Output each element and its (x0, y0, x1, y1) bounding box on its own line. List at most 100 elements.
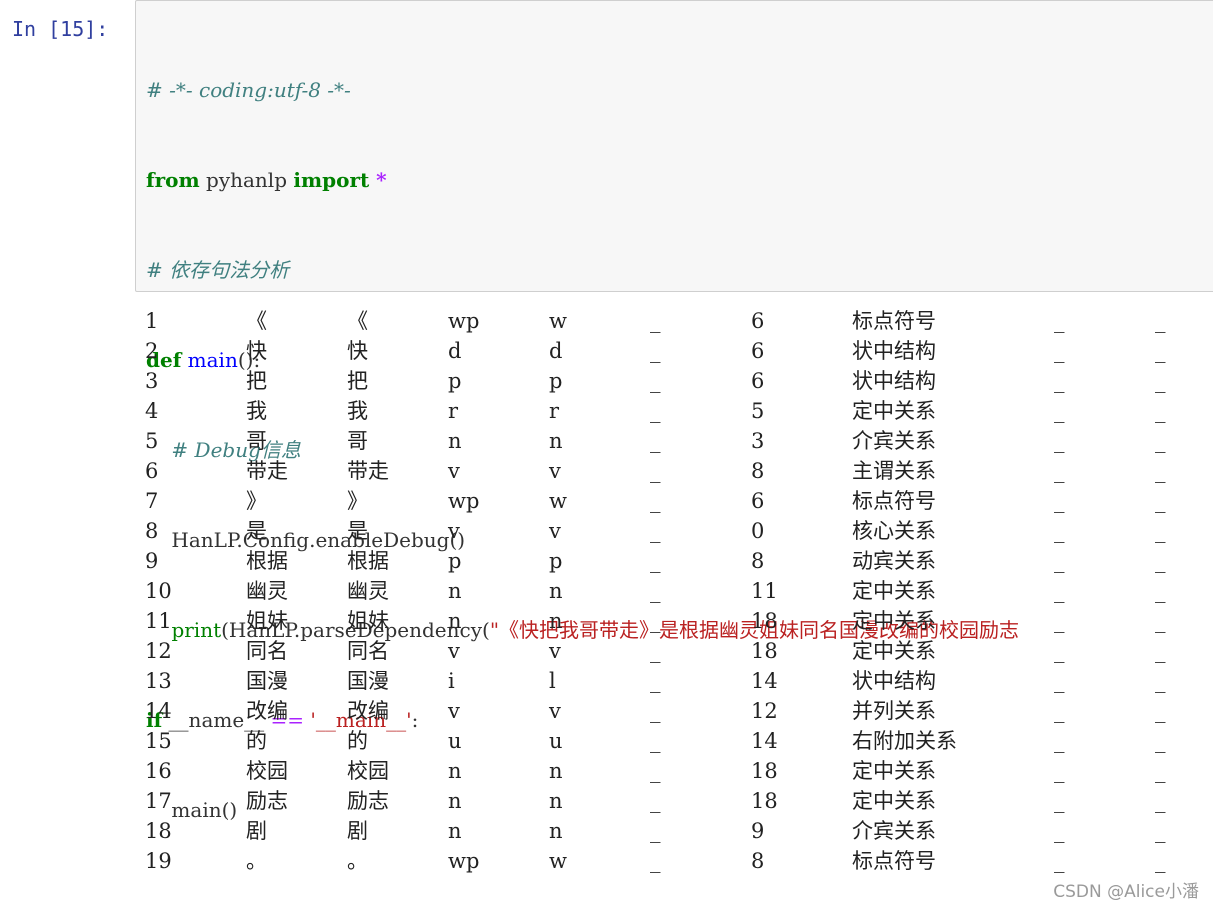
output-cell: w (549, 849, 567, 873)
output-cell: wp (448, 309, 480, 333)
output-cell: 状中结构 (852, 369, 936, 393)
output-cell: 8 (751, 549, 765, 573)
output-cell: _ (1155, 849, 1166, 873)
output-cell: _ (1155, 519, 1166, 543)
output-cell: _ (650, 789, 661, 813)
output-cell: 励志 (246, 789, 288, 813)
output-cell: 19 (145, 849, 172, 873)
output-cell: l (549, 669, 556, 693)
output-cell: 幽灵 (246, 579, 288, 603)
output-cell: 改编 (347, 699, 389, 723)
output-cell: n (448, 789, 462, 813)
output-cell: 姐妹 (246, 609, 288, 633)
output-cell: 幽灵 (347, 579, 389, 603)
output-cell: _ (650, 669, 661, 693)
output-cell: 定中关系 (852, 639, 936, 663)
output-cell: 改编 (246, 699, 288, 723)
output-cell: wp (448, 489, 480, 513)
from-keyword: from (146, 168, 200, 192)
output-cell: 国漫 (347, 669, 389, 693)
output-cell: 定中关系 (852, 759, 936, 783)
output-cell: _ (1054, 339, 1065, 363)
output-cell: r (549, 399, 560, 423)
output-cell: 12 (751, 699, 778, 723)
output-cell: v (448, 639, 460, 663)
output-cell: 1 (145, 309, 159, 333)
output-cell: 状中结构 (852, 669, 936, 693)
cell-prompt: In [15]: (12, 17, 109, 41)
if-colon: : (411, 708, 419, 732)
output-cell: _ (650, 489, 661, 513)
output-cell: n (549, 819, 563, 843)
import-keyword: import (293, 168, 370, 192)
watermark: CSDN @Alice小潘 (1053, 882, 1199, 902)
code-cell-input[interactable]: # -*- coding:utf-8 -*- from pyhanlp impo… (135, 0, 1213, 822)
output-cell: v (549, 699, 561, 723)
output-cell: _ (650, 429, 661, 453)
output-cell: _ (1054, 489, 1065, 513)
output-cell: 介宾关系 (852, 819, 936, 843)
output-cell: p (448, 369, 462, 393)
output-cell: 定中关系 (852, 609, 936, 633)
output-cell: 8 (751, 459, 765, 483)
output-cell: _ (1054, 459, 1065, 483)
output-cell: 《 (347, 309, 368, 333)
output-cell: 18 (145, 819, 172, 843)
output-cell: _ (1155, 609, 1166, 633)
output-cell: _ (650, 699, 661, 723)
output-cell: 6 (145, 459, 159, 483)
code-line-1: # -*- coding:utf-8 -*- (146, 75, 1019, 105)
output-cell: 状中结构 (852, 339, 936, 363)
output-cell: _ (1054, 399, 1065, 423)
output-cell: 16 (145, 759, 172, 783)
output-cell: 13 (145, 669, 172, 693)
code-line-3: # 依存句法分析 (146, 255, 1019, 285)
output-cell: 14 (145, 699, 172, 723)
output-cell: 姐妹 (347, 609, 389, 633)
output-cell: _ (650, 339, 661, 363)
output-cell: n (549, 759, 563, 783)
output-cell: 《 (246, 309, 267, 333)
output-cell: _ (650, 609, 661, 633)
output-cell: _ (1155, 429, 1166, 453)
output-cell: 9 (751, 819, 765, 843)
output-cell: 14 (751, 669, 778, 693)
output-cell: 5 (751, 399, 765, 423)
output-cell: 介宾关系 (852, 429, 936, 453)
output-cell: 定中关系 (852, 579, 936, 603)
output-cell: 国漫 (246, 669, 288, 693)
output-cell: 哥 (347, 429, 368, 453)
output-cell: n (448, 609, 462, 633)
output-cell: _ (1054, 669, 1065, 693)
output-cell: 7 (145, 489, 159, 513)
output-cell: 标点符号 (852, 489, 936, 513)
output-cell: 核心关系 (852, 519, 936, 543)
module-name: pyhanlp (199, 168, 294, 192)
output-cell: _ (650, 519, 661, 543)
output-cell: 哥 (246, 429, 267, 453)
output-cell: _ (1054, 849, 1065, 873)
output-cell: v (549, 519, 561, 543)
output-cell: n (448, 579, 462, 603)
output-cell: _ (1155, 819, 1166, 843)
output-cell: 2 (145, 339, 159, 363)
output-cell: 的 (246, 729, 267, 753)
output-cell: 18 (751, 609, 778, 633)
output-cell: n (549, 609, 563, 633)
output-cell: u (549, 729, 563, 753)
output-cell: 定中关系 (852, 399, 936, 423)
output-cell: 8 (751, 849, 765, 873)
output-cell: _ (650, 579, 661, 603)
output-cell: _ (1054, 789, 1065, 813)
code-line-2: from pyhanlp import * (146, 165, 1019, 195)
output-cell: 剧 (347, 819, 368, 843)
output-cell: 校园 (347, 759, 389, 783)
output-cell: _ (1054, 519, 1065, 543)
output-cell: wp (448, 849, 480, 873)
output-cell: n (549, 789, 563, 813)
output-cell: 右附加关系 (852, 729, 957, 753)
output-cell: _ (1054, 639, 1065, 663)
output-cell: _ (1054, 369, 1065, 393)
output-cell: i (448, 669, 455, 693)
output-cell: 3 (145, 369, 159, 393)
